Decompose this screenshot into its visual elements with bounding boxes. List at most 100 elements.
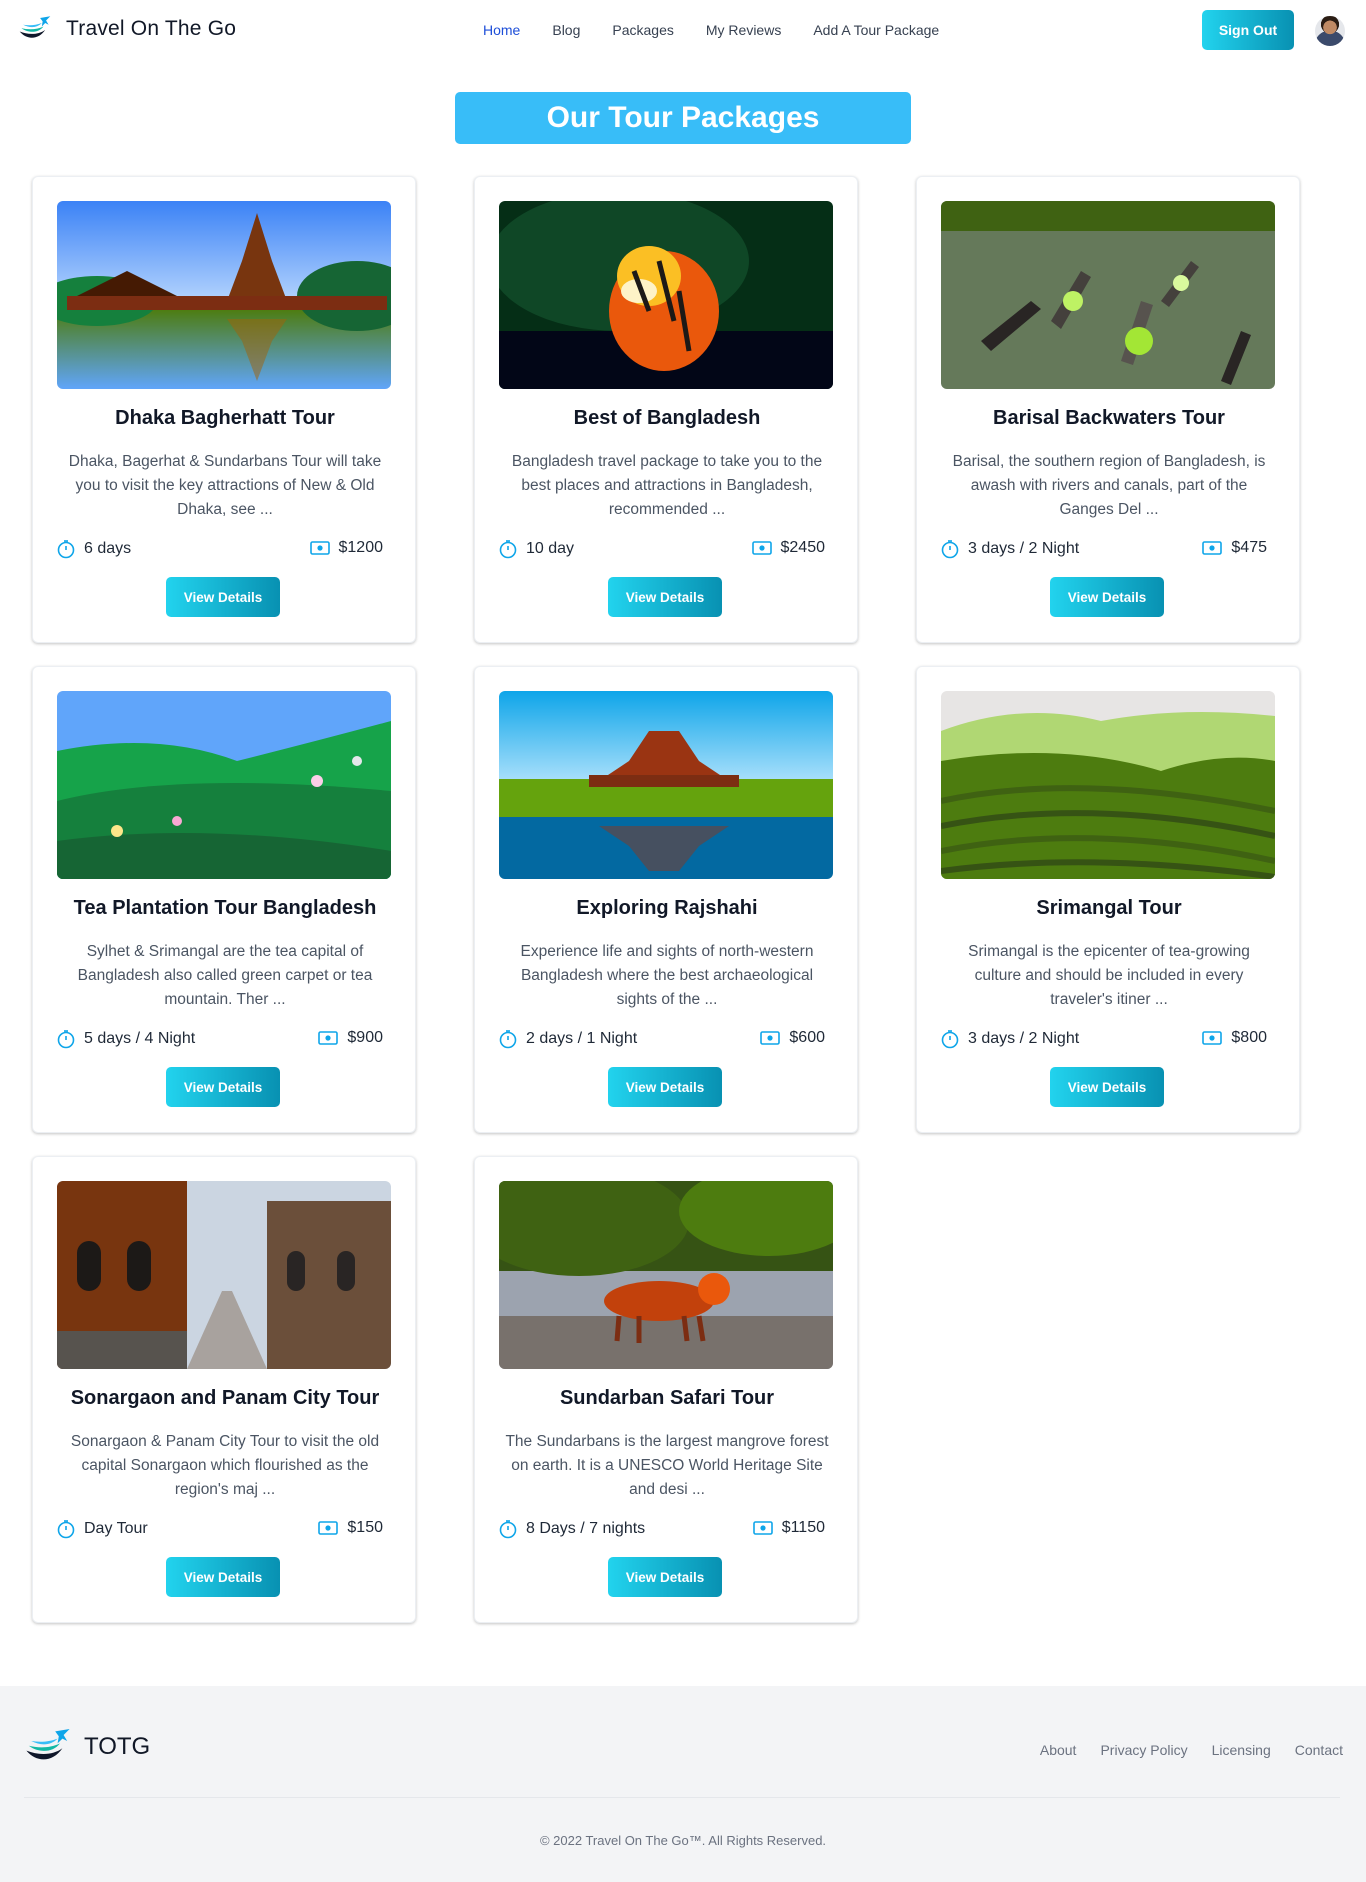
view-details-button[interactable]: View Details: [166, 1067, 280, 1107]
package-title: Best of Bangladesh: [573, 407, 761, 429]
nav-home[interactable]: Home: [483, 22, 520, 38]
nav-my-reviews[interactable]: My Reviews: [706, 22, 781, 38]
view-details-button[interactable]: View Details: [608, 1557, 722, 1597]
package-title: Sundarban Safari Tour: [559, 1387, 775, 1409]
package-price: $900: [347, 1029, 383, 1046]
view-details-button[interactable]: View Details: [166, 577, 280, 617]
banknote-icon: [318, 1521, 339, 1535]
footer-brand[interactable]: TOTG: [24, 1726, 150, 1768]
brand[interactable]: Travel On The Go: [18, 14, 236, 44]
footer-link-privacy-policy[interactable]: Privacy Policy: [1100, 1742, 1187, 1758]
package-image: [499, 691, 833, 879]
page-title: Our Tour Packages: [455, 92, 911, 144]
footer-links: About Privacy Policy Licensing Contact: [1016, 1742, 1343, 1758]
avatar[interactable]: [1315, 16, 1345, 46]
package-title: Dhaka Bagherhatt Tour: [115, 407, 335, 429]
nav-add-tour-package[interactable]: Add A Tour Package: [813, 22, 939, 38]
package-meta: 6 days $1200: [57, 539, 391, 563]
package-title: Sonargaon and Panam City Tour: [70, 1387, 380, 1409]
package-price: $800: [1231, 1029, 1267, 1046]
package-price: $2450: [780, 539, 826, 556]
package-image: [57, 691, 391, 879]
package-description: Srimangal is the epicenter of tea-growin…: [968, 943, 1250, 1008]
package-card: Best of Bangladesh Bangladesh travel pac…: [474, 176, 858, 643]
package-title: Barisal Backwaters Tour: [993, 407, 1225, 429]
package-card: Srimangal Tour Srimangal is the epicente…: [916, 666, 1300, 1133]
package-description: Barisal, the southern region of Banglade…: [952, 453, 1266, 518]
copyright: © 2022 Travel On The Go™. All Rights Res…: [539, 1833, 827, 1848]
package-card: Sundarban Safari Tour The Sundarbans is …: [474, 1156, 858, 1623]
stopwatch-icon: [499, 540, 517, 559]
stopwatch-icon: [499, 1520, 517, 1539]
footer-divider: [24, 1797, 1340, 1798]
package-meta: Day Tour $150: [57, 1519, 391, 1543]
package-meta: 8 Days / 7 nights $1150: [499, 1519, 833, 1543]
package-duration: 6 days: [84, 540, 132, 557]
view-details-button[interactable]: View Details: [1050, 577, 1164, 617]
package-duration: 2 days / 1 Night: [526, 1030, 638, 1047]
footer-brand-name: TOTG: [84, 1733, 151, 1760]
package-description: Bangladesh travel package to take you to…: [511, 453, 823, 518]
package-price: $1200: [338, 539, 384, 556]
nav-blog[interactable]: Blog: [552, 22, 580, 38]
package-description: The Sundarbans is the largest mangrove f…: [505, 1433, 829, 1498]
package-image: [57, 201, 391, 389]
package-meta: 10 day $2450: [499, 539, 833, 563]
package-description: Sonargaon & Panam City Tour to visit the…: [70, 1433, 380, 1498]
stopwatch-icon: [941, 1030, 959, 1049]
package-duration: 5 days / 4 Night: [84, 1030, 196, 1047]
package-meta: 2 days / 1 Night $600: [499, 1029, 833, 1053]
package-card: Barisal Backwaters Tour Barisal, the sou…: [916, 176, 1300, 643]
banknote-icon: [1202, 1031, 1223, 1045]
stopwatch-icon: [57, 1520, 75, 1539]
package-image: [499, 201, 833, 389]
sign-out-button[interactable]: Sign Out: [1202, 10, 1294, 50]
package-duration: 3 days / 2 Night: [968, 1030, 1080, 1047]
stopwatch-icon: [941, 540, 959, 559]
banknote-icon: [752, 1521, 773, 1535]
footer-link-licensing[interactable]: Licensing: [1212, 1742, 1271, 1758]
package-price: $600: [789, 1029, 825, 1046]
package-card: Exploring Rajshahi Experience life and s…: [474, 666, 858, 1133]
footer: TOTG About Privacy Policy Licensing Cont…: [0, 1686, 1366, 1882]
package-price: $150: [347, 1519, 383, 1536]
package-price: $475: [1231, 539, 1267, 556]
banknote-icon: [318, 1031, 339, 1045]
package-card: Sonargaon and Panam City Tour Sonargaon …: [32, 1156, 416, 1623]
nav-packages[interactable]: Packages: [612, 22, 673, 38]
package-image: [57, 1181, 391, 1369]
package-description: Sylhet & Srimangal are the tea capital o…: [77, 943, 373, 1008]
view-details-button[interactable]: View Details: [608, 1067, 722, 1107]
stopwatch-icon: [499, 1030, 517, 1049]
package-duration: 8 Days / 7 nights: [526, 1520, 646, 1537]
package-image: [499, 1181, 833, 1369]
package-title: Exploring Rajshahi: [576, 897, 758, 919]
package-price: $1150: [781, 1519, 825, 1536]
package-card: Tea Plantation Tour Bangladesh Sylhet & …: [32, 666, 416, 1133]
stopwatch-icon: [57, 540, 75, 559]
package-duration: Day Tour: [84, 1520, 148, 1537]
banknote-icon: [1202, 541, 1223, 555]
package-meta: 5 days / 4 Night $900: [57, 1029, 391, 1053]
airplane-logo-icon: [19, 16, 51, 38]
stopwatch-icon: [57, 1030, 75, 1049]
package-description: Experience life and sights of north-west…: [520, 943, 814, 1008]
package-meta: 3 days / 2 Night $800: [941, 1029, 1275, 1053]
package-duration: 3 days / 2 Night: [968, 540, 1080, 557]
package-duration: 10 day: [526, 540, 575, 557]
main-nav: Home Blog Packages My Reviews Add A Tour…: [483, 22, 971, 38]
brand-name: Travel On The Go: [66, 17, 237, 40]
banknote-icon: [751, 541, 772, 555]
navbar: Travel On The Go Home Blog Packages My R…: [0, 0, 1366, 60]
banknote-icon: [760, 1031, 781, 1045]
footer-link-about[interactable]: About: [1040, 1742, 1077, 1758]
view-details-button[interactable]: View Details: [608, 577, 722, 617]
airplane-logo-icon: [26, 1729, 70, 1760]
view-details-button[interactable]: View Details: [166, 1557, 280, 1597]
package-title: Srimangal Tour: [1036, 897, 1182, 919]
banknote-icon: [309, 541, 330, 555]
view-details-button[interactable]: View Details: [1050, 1067, 1164, 1107]
package-description: Dhaka, Bagerhat & Sundarbans Tour will t…: [68, 453, 382, 518]
footer-link-contact[interactable]: Contact: [1295, 1742, 1343, 1758]
package-title: Tea Plantation Tour Bangladesh: [73, 897, 377, 919]
